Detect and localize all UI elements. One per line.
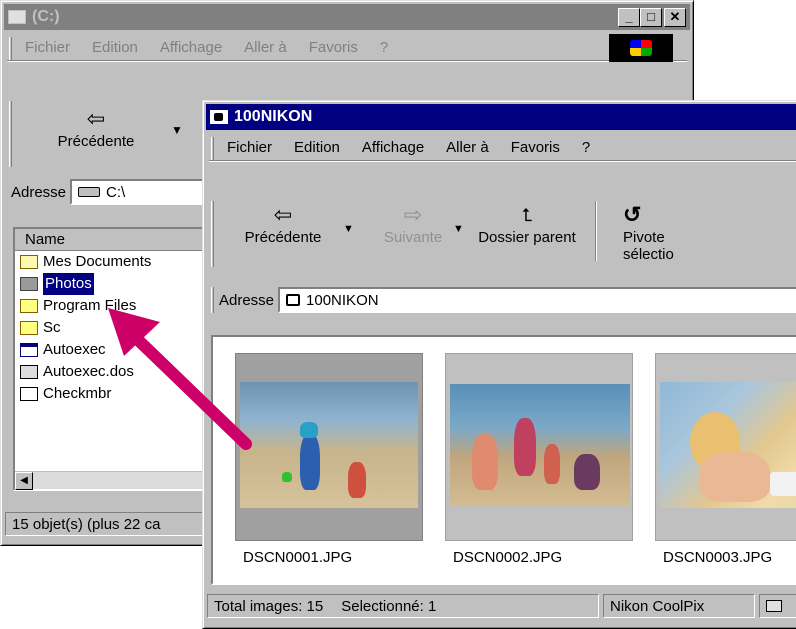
- beach-photo-1: [240, 382, 418, 508]
- scroll-left-button[interactable]: ◀: [15, 472, 33, 490]
- thumbnail-frame: [235, 353, 423, 541]
- menu-help[interactable]: ?: [380, 39, 388, 56]
- window-title: (C:): [32, 8, 60, 25]
- address-label: Adresse: [11, 183, 67, 201]
- back-arrow-icon: ⇦: [273, 202, 293, 227]
- parent-folder-button[interactable]: ⮤ Dossier parent: [467, 201, 587, 246]
- item-label: Autoexec.dos: [43, 363, 134, 380]
- status-camera: Nikon CoolPix: [603, 594, 755, 618]
- back-label: Précédente: [57, 133, 135, 150]
- thumbnail-caption: DSCN0002.JPG: [453, 549, 563, 566]
- address-grip[interactable]: [211, 287, 214, 313]
- minimize-button[interactable]: _: [618, 8, 640, 27]
- item-label: Photos: [43, 273, 94, 295]
- windows-logo-icon: [609, 34, 673, 62]
- documents-folder-icon: [20, 255, 38, 269]
- camera-folder-icon: [286, 294, 301, 306]
- back-button[interactable]: ⇦ Précédente: [223, 201, 343, 246]
- status-total-images: Total images: 15 Selectionné: 1: [207, 594, 599, 618]
- back-label: Précédente: [244, 229, 322, 246]
- thumbnail-item[interactable]: DSCN0002.JPG: [435, 353, 635, 573]
- thumbnail-view[interactable]: DSCN0001.JPG DSCN0002.JPG DSCN0003.JPG: [211, 335, 796, 585]
- menu-fichier[interactable]: Fichier: [25, 39, 70, 56]
- folder-icon: [20, 277, 38, 291]
- thumbnail-item[interactable]: DSCN0001.JPG: [225, 353, 425, 573]
- folder-icon: [20, 299, 38, 313]
- explorer-window-100nikon: 100NIKON Fichier Edition Affichage Aller…: [202, 100, 796, 629]
- menu-affichage[interactable]: Affichage: [160, 39, 222, 56]
- rotate-button[interactable]: ↺ Pivote sélectio: [605, 201, 685, 263]
- menu-favoris[interactable]: Favoris: [511, 139, 560, 156]
- rotate-label: Pivote sélectio: [623, 229, 674, 263]
- title-bar[interactable]: 100NIKON: [206, 104, 796, 130]
- camera-folder-icon: [210, 110, 228, 124]
- toolbar-grip[interactable]: [9, 101, 12, 167]
- window-title: 100NIKON: [234, 108, 313, 125]
- maximize-button[interactable]: □: [640, 8, 662, 27]
- back-dropdown-icon[interactable]: ▼: [343, 223, 373, 235]
- file-icon: [20, 387, 38, 401]
- app-icon: [20, 343, 38, 357]
- menu-help[interactable]: ?: [582, 139, 590, 156]
- item-label: Program Files: [43, 297, 137, 314]
- forward-arrow-icon: ⇨: [403, 202, 423, 227]
- forward-label: Suivante: [383, 229, 443, 246]
- back-arrow-icon: ⇦: [86, 106, 106, 131]
- dos-file-icon: [20, 365, 38, 379]
- parent-folder-icon: ⮤: [521, 205, 533, 225]
- drive-icon: [8, 10, 26, 24]
- address-label: Adresse: [219, 291, 275, 309]
- drive-icon: [78, 187, 101, 197]
- status-computer-icon: [759, 594, 796, 618]
- folder-icon: [20, 321, 38, 335]
- menu-favoris[interactable]: Favoris: [309, 39, 358, 56]
- selected-count-text: Selectionné: 1: [341, 597, 437, 615]
- forward-button[interactable]: ⇨ Suivante: [373, 201, 453, 246]
- close-button[interactable]: ✕: [664, 8, 686, 27]
- menu-aller[interactable]: Aller à: [244, 39, 287, 56]
- beach-photo-3: [660, 382, 796, 508]
- toolbar-separator: [595, 201, 597, 261]
- menu-aller[interactable]: Aller à: [446, 139, 489, 156]
- menubar: Fichier Edition Affichage Aller à Favori…: [7, 35, 687, 61]
- address-value: 100NIKON: [306, 291, 379, 309]
- item-label: Mes Documents: [43, 253, 152, 270]
- forward-dropdown-icon[interactable]: ▼: [453, 223, 467, 235]
- menubar: Fichier Edition Affichage Aller à Favori…: [209, 135, 796, 161]
- menu-affichage[interactable]: Affichage: [362, 139, 424, 156]
- thumbnail-item[interactable]: DSCN0003.JPG: [645, 353, 796, 573]
- menu-fichier[interactable]: Fichier: [227, 139, 272, 156]
- back-dropdown-icon[interactable]: ▼: [171, 123, 183, 137]
- thumbnail-caption: DSCN0003.JPG: [663, 549, 773, 566]
- menu-edition[interactable]: Edition: [294, 139, 340, 156]
- thumbnail-frame: [445, 353, 633, 541]
- address-value: C:\: [106, 183, 126, 201]
- toolbar-grip[interactable]: [211, 201, 214, 267]
- menu-edition[interactable]: Edition: [92, 39, 138, 56]
- title-bar[interactable]: (C:) _ □ ✕: [4, 4, 690, 30]
- thumbnail-frame: [655, 353, 796, 541]
- thumbnail-caption: DSCN0001.JPG: [243, 549, 353, 566]
- item-label: Checkmbr: [43, 385, 112, 402]
- item-label: Sc: [43, 319, 61, 336]
- parent-label: Dossier parent: [478, 229, 576, 246]
- total-images-text: Total images: 15: [214, 597, 324, 615]
- item-label: Autoexec: [43, 341, 106, 358]
- rotate-icon: ↺: [623, 202, 642, 227]
- beach-photo-2: [450, 384, 630, 506]
- back-button[interactable]: ⇦ Précédente: [21, 105, 171, 150]
- address-field[interactable]: 100NIKON: [278, 287, 796, 313]
